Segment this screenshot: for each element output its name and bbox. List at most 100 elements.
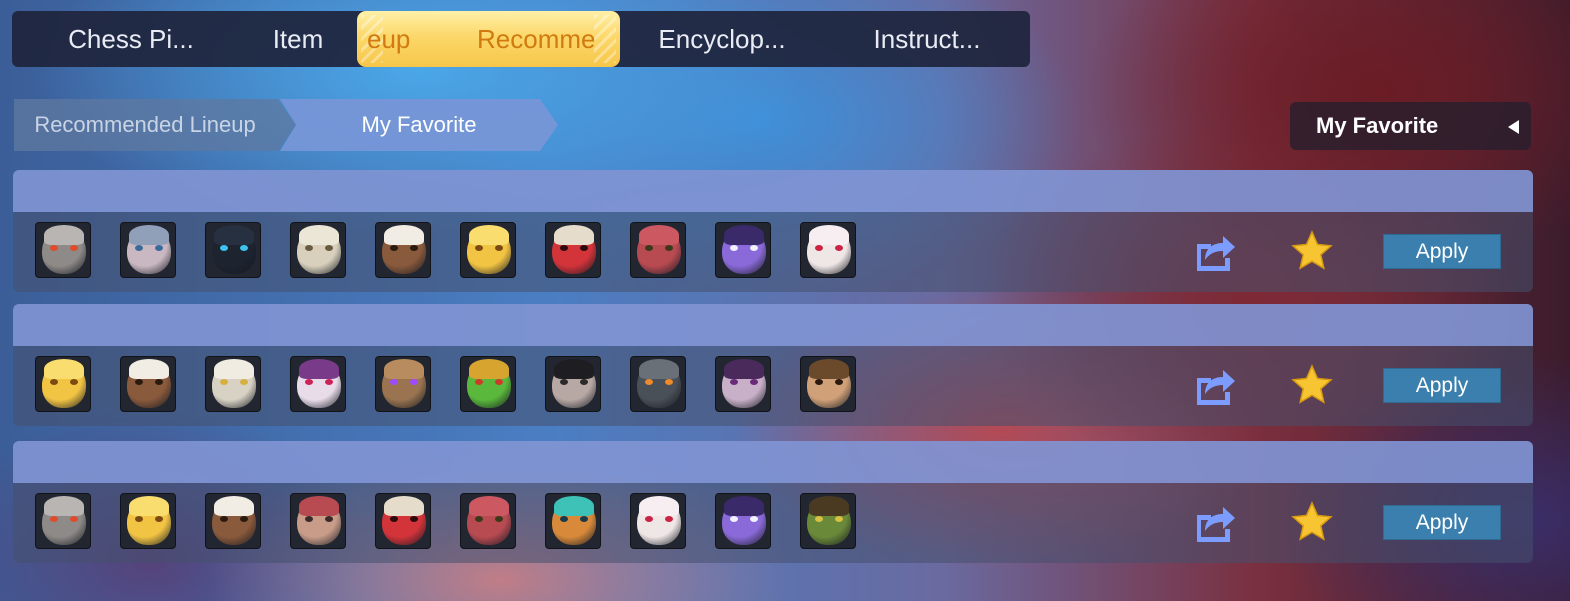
hero-portrait-headwear (809, 496, 849, 516)
hero-portrait-eyes (135, 245, 163, 251)
star-icon[interactable] (1291, 501, 1333, 543)
hero-portrait-eyes (135, 516, 163, 522)
hero-portrait-eyes (730, 245, 758, 251)
hero-portrait-headwear (809, 225, 849, 245)
hero-portrait-eyes (50, 245, 78, 251)
masked-assassin-hero-icon[interactable] (460, 493, 516, 549)
stone-box-hero-icon[interactable] (630, 356, 686, 412)
frog-warrior-hero-icon[interactable] (460, 356, 516, 412)
hero-portrait-eyes (815, 516, 843, 522)
hero-portrait-headwear (554, 496, 594, 516)
hero-portrait-headwear (129, 225, 169, 245)
share-icon[interactable] (1191, 230, 1237, 274)
hero-portrait-headwear (384, 359, 424, 379)
hero-portrait-eyes (475, 245, 503, 251)
lineup-row: Apply (13, 346, 1533, 426)
stone-golem-hero-icon[interactable] (35, 493, 91, 549)
lineup-card: Apply (13, 304, 1533, 428)
hero-portrait-eyes (475, 379, 503, 385)
hero-portrait-headwear (299, 359, 339, 379)
horned-witch-hero-icon[interactable] (715, 222, 771, 278)
hero-portrait-headwear (809, 359, 849, 379)
hero-portrait-headwear (724, 359, 764, 379)
subtab-recommended-lineup[interactable]: Recommended Lineup (14, 99, 296, 151)
turban-hero-icon[interactable] (375, 222, 431, 278)
lineup-header (13, 170, 1533, 212)
share-icon[interactable] (1191, 364, 1237, 408)
apply-button[interactable]: Apply (1383, 368, 1501, 403)
hero-portrait-eyes (305, 245, 333, 251)
red-demon-hero-icon[interactable] (375, 493, 431, 549)
lineup-card: Apply (13, 170, 1533, 294)
hero-portrait-headwear (384, 225, 424, 245)
hero-portrait-headwear (724, 225, 764, 245)
cyan-helmet-hero-icon[interactable] (545, 493, 601, 549)
turban-hero-icon[interactable] (205, 493, 261, 549)
pale-mask-hero-icon[interactable] (290, 356, 346, 412)
robot-helmet-hero-icon[interactable] (120, 222, 176, 278)
tab-instructions[interactable]: Instruct... (842, 11, 1012, 67)
lineup-card: Apply (13, 441, 1533, 565)
hero-portrait-eyes (305, 516, 333, 522)
hero-portrait-headwear (129, 496, 169, 516)
hero-portrait-headwear (469, 496, 509, 516)
favorite-filter-dropdown[interactable]: My Favorite (1290, 102, 1531, 150)
hero-portrait-headwear (299, 225, 339, 245)
purple-hood-hero-icon[interactable] (715, 356, 771, 412)
hero-portrait-headwear (639, 359, 679, 379)
goblin-pirate-hero-icon[interactable] (800, 493, 856, 549)
brown-hair-hero-icon[interactable] (800, 356, 856, 412)
hero-portrait-headwear (44, 496, 84, 516)
dark-hair-hero-icon[interactable] (545, 356, 601, 412)
hero-portrait-eyes (390, 245, 418, 251)
stone-golem-hero-icon[interactable] (35, 222, 91, 278)
hero-portrait-eyes (50, 379, 78, 385)
lineup-row: Apply (13, 483, 1533, 563)
white-mask-hero-icon[interactable] (630, 493, 686, 549)
hero-portrait-eyes (560, 379, 588, 385)
hero-portrait-eyes (730, 516, 758, 522)
dark-visor-hero-icon[interactable] (205, 222, 261, 278)
golden-knight-hero-icon[interactable] (35, 356, 91, 412)
fox-mask-hero-icon[interactable] (290, 493, 346, 549)
hero-portrait-headwear (214, 496, 254, 516)
hero-portrait-eyes (305, 379, 333, 385)
hero-portrait-headwear (469, 359, 509, 379)
hero-portrait-headwear (214, 359, 254, 379)
hero-portrait-eyes (730, 379, 758, 385)
hero-portrait-headwear (129, 359, 169, 379)
share-icon[interactable] (1191, 501, 1237, 545)
white-mask-hero-icon[interactable] (800, 222, 856, 278)
lineup-row: Apply (13, 212, 1533, 292)
hero-portrait-eyes (390, 379, 418, 385)
star-icon[interactable] (1291, 230, 1333, 272)
white-beard-sage-hero-icon[interactable] (290, 222, 346, 278)
tab-chess-pieces[interactable]: Chess Pi... (36, 11, 226, 67)
red-demon-hero-icon[interactable] (545, 222, 601, 278)
tab-encyclopedia[interactable]: Encyclop... (632, 11, 812, 67)
tree-ent-hero-icon[interactable] (375, 356, 431, 412)
hero-portrait-eyes (220, 245, 248, 251)
golden-knight-hero-icon[interactable] (460, 222, 516, 278)
golden-knight-hero-icon[interactable] (120, 493, 176, 549)
hero-portrait-eyes (475, 516, 503, 522)
apply-button[interactable]: Apply (1383, 234, 1501, 269)
subtab-my-favorite[interactable]: My Favorite (280, 99, 558, 151)
turban-hero-icon[interactable] (120, 356, 176, 412)
hero-portrait-headwear (639, 225, 679, 245)
hero-portrait-headwear (214, 225, 254, 245)
hero-portrait-headwear (554, 225, 594, 245)
tab-item[interactable]: Item (248, 11, 348, 67)
hero-portrait-eyes (220, 516, 248, 522)
hero-portrait-eyes (645, 379, 673, 385)
thunder-elder-hero-icon[interactable] (205, 356, 261, 412)
horned-witch-hero-icon[interactable] (715, 493, 771, 549)
hero-portrait-eyes (645, 245, 673, 251)
caret-left-icon (1508, 120, 1519, 134)
masked-assassin-hero-icon[interactable] (630, 222, 686, 278)
star-icon[interactable] (1291, 364, 1333, 406)
apply-button[interactable]: Apply (1383, 505, 1501, 540)
lineup-header (13, 304, 1533, 346)
tab-recommended-lineup[interactable]: eup Recomme (357, 11, 620, 67)
hero-portrait-headwear (554, 359, 594, 379)
